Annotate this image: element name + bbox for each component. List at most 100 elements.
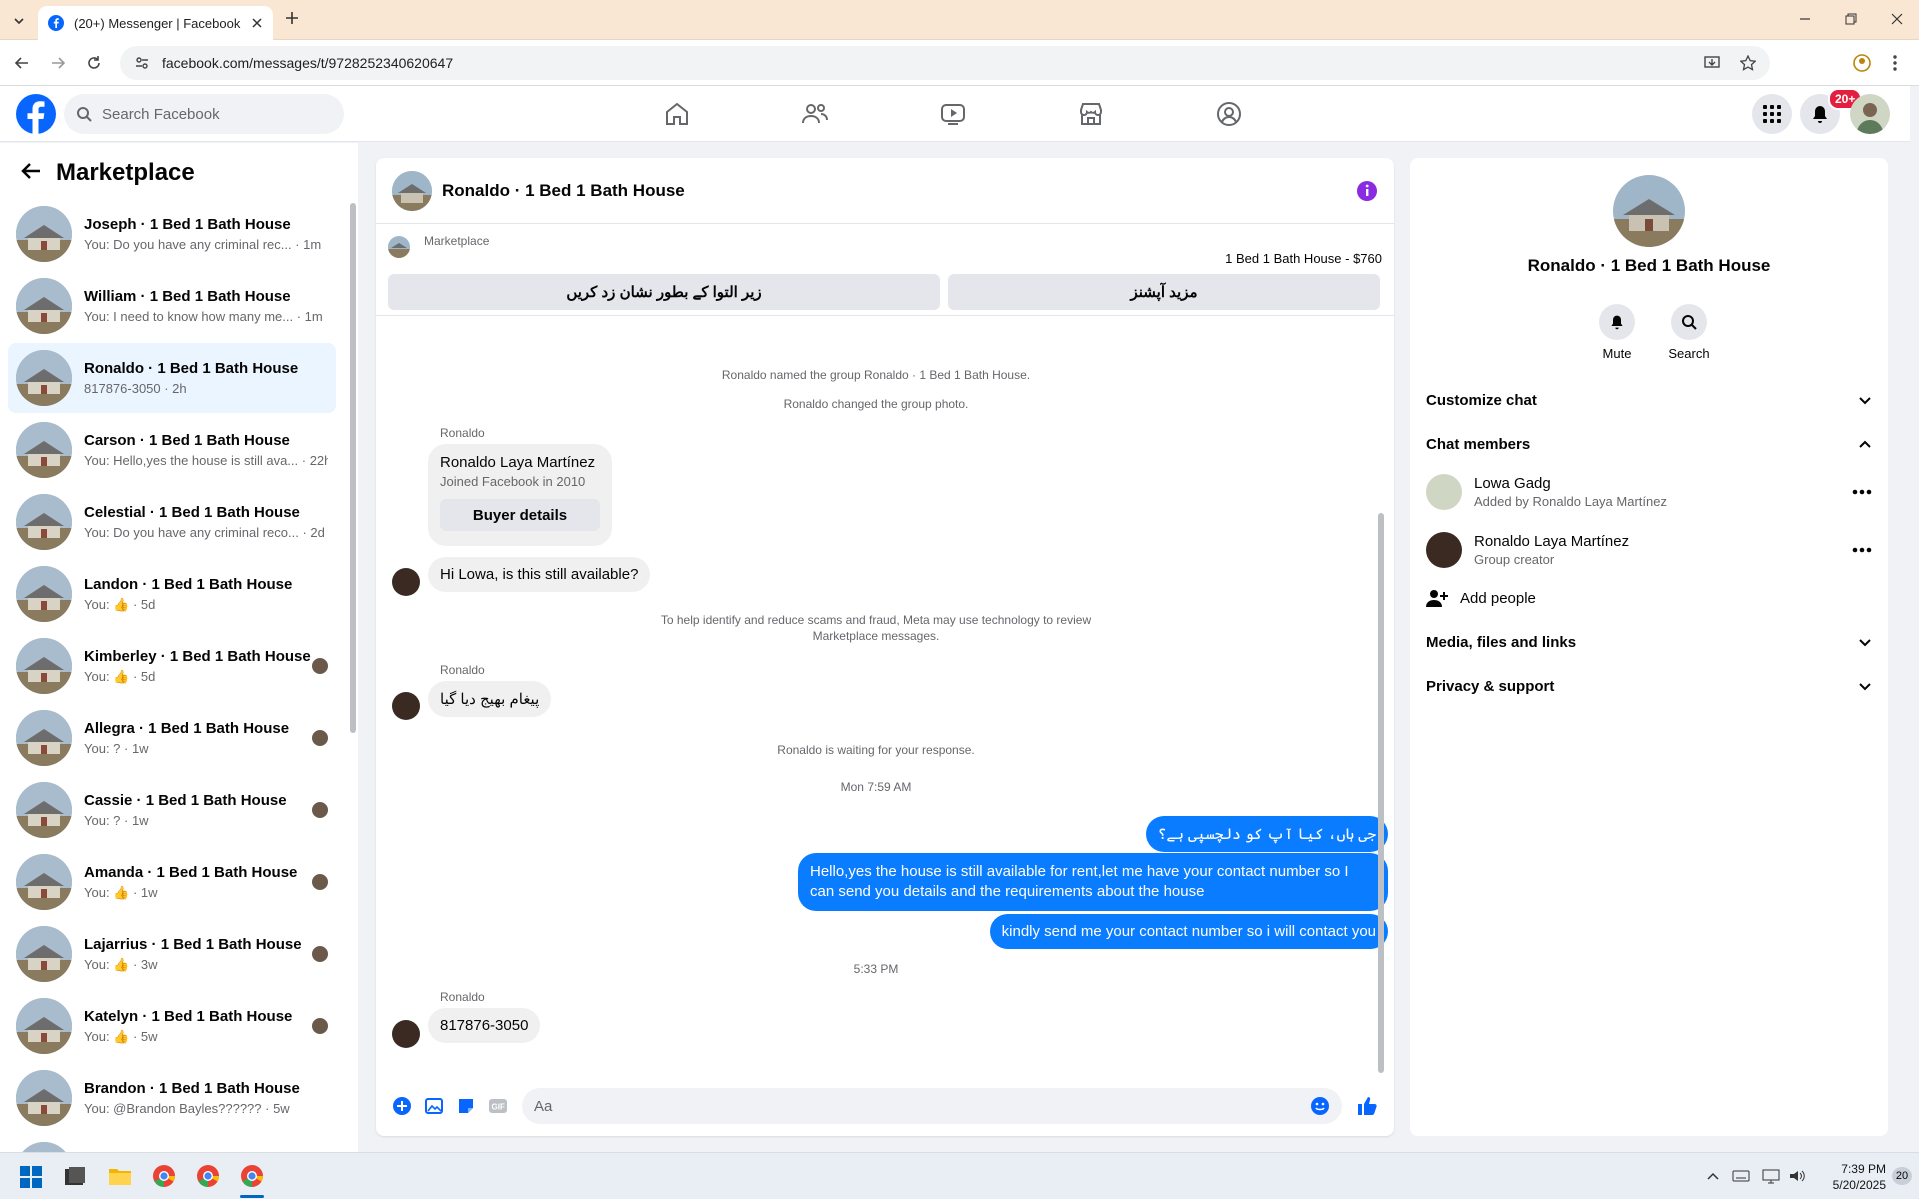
install-app-icon[interactable] bbox=[1704, 55, 1720, 71]
conversation-item[interactable]: Celestial · 1 Bed 1 Bath House You: Do yo… bbox=[8, 487, 336, 557]
facebook-logo-icon[interactable] bbox=[16, 94, 56, 134]
conversation-item[interactable]: Ronaldo · 1 Bed 1 Bath House 817876-3050 … bbox=[8, 343, 336, 413]
conversation-item[interactable]: Landon · 1 Bed 1 Bath House You: 👍 · 5d bbox=[8, 559, 336, 629]
like-icon[interactable] bbox=[1356, 1095, 1378, 1117]
file-explorer-icon[interactable] bbox=[108, 1165, 132, 1187]
gif-icon[interactable]: GIF bbox=[488, 1096, 508, 1116]
account-avatar[interactable] bbox=[1850, 94, 1890, 134]
profile-icon[interactable] bbox=[1852, 53, 1872, 73]
add-people-row[interactable]: Add people bbox=[1426, 578, 1872, 618]
minimize-icon[interactable] bbox=[1798, 12, 1812, 26]
chrome-icon[interactable] bbox=[196, 1164, 220, 1188]
group-photo[interactable] bbox=[1613, 175, 1685, 247]
outgoing-message[interactable]: Hello,yes the house is still available f… bbox=[798, 853, 1388, 911]
chevron-up-icon[interactable] bbox=[1706, 1169, 1720, 1183]
member-name: Ronaldo Laya Martínez bbox=[1474, 533, 1630, 550]
nav-groups[interactable] bbox=[1174, 94, 1284, 134]
restore-icon[interactable] bbox=[1844, 12, 1858, 26]
chrome-icon[interactable] bbox=[240, 1164, 264, 1188]
read-receipt-avatar bbox=[312, 946, 328, 962]
notification-count-badge[interactable]: 20 bbox=[1892, 1167, 1912, 1185]
privacy-support-row[interactable]: Privacy & support bbox=[1426, 666, 1872, 706]
message-input[interactable]: Aa bbox=[522, 1088, 1342, 1124]
conversation-item[interactable]: Kimberley · 1 Bed 1 Bath House You: 👍 · 5… bbox=[8, 631, 336, 701]
site-info-icon[interactable] bbox=[134, 55, 150, 71]
reload-icon[interactable] bbox=[86, 55, 102, 71]
photo-icon[interactable] bbox=[424, 1096, 444, 1116]
nav-video[interactable] bbox=[898, 94, 1008, 134]
more-options-icon[interactable] bbox=[1852, 489, 1872, 495]
emoji-icon[interactable] bbox=[1310, 1096, 1330, 1116]
conversation-item[interactable]: Cassie · 1 Bed 1 Bath House You: ? · 1w bbox=[8, 775, 336, 845]
scam-notice: To help identify and reduce scams and fr… bbox=[660, 613, 1092, 643]
conversation-item[interactable]: Brandon · 1 Bed 1 Bath House You: @Brando… bbox=[8, 1063, 336, 1133]
browser-menu-icon[interactable] bbox=[1892, 53, 1898, 73]
member-row[interactable]: Lowa Gadg Added by Ronaldo Laya Martínez bbox=[1426, 467, 1872, 517]
volume-icon[interactable] bbox=[1788, 1168, 1806, 1184]
network-icon[interactable] bbox=[1762, 1168, 1780, 1184]
bookmark-star-icon[interactable] bbox=[1740, 55, 1756, 71]
mute-button[interactable]: Mute bbox=[1592, 304, 1642, 361]
windows-start-icon[interactable] bbox=[20, 1166, 42, 1188]
forward-icon[interactable] bbox=[50, 55, 66, 71]
info-icon[interactable] bbox=[1356, 180, 1378, 202]
back-arrow-icon[interactable] bbox=[20, 161, 42, 181]
menu-grid-button[interactable] bbox=[1752, 94, 1792, 134]
panel-title: Marketplace bbox=[56, 159, 195, 186]
bell-icon bbox=[1599, 304, 1635, 340]
mark-pending-button[interactable]: زیر التوا کے بطور نشان زد کریں bbox=[388, 274, 940, 310]
conversation-item[interactable]: Amanda · 1 Bed 1 Bath House You: 👍 · 1w bbox=[8, 847, 336, 917]
conversation-item[interactable]: William · 1 Bed 1 Bath House You: I need … bbox=[8, 271, 336, 341]
conversation-scrollbar[interactable] bbox=[350, 203, 356, 733]
terminal-icon[interactable] bbox=[64, 1166, 86, 1188]
search-button[interactable]: Search bbox=[1664, 304, 1714, 361]
address-bar[interactable]: facebook.com/messages/t/9728252340620647 bbox=[120, 46, 1770, 80]
sender-avatar[interactable] bbox=[392, 692, 420, 720]
member-row[interactable]: Ronaldo Laya Martínez Group creator bbox=[1426, 525, 1872, 575]
more-options-icon[interactable] bbox=[1852, 547, 1872, 553]
listing-title-price[interactable]: 1 Bed 1 Bath House - $760 bbox=[1225, 251, 1382, 266]
conversation-item[interactable]: Allegra · 1 Bed 1 Bath House You: ? · 1w bbox=[8, 703, 336, 773]
sender-avatar[interactable] bbox=[392, 1020, 420, 1048]
keyboard-icon[interactable] bbox=[1732, 1168, 1750, 1184]
conversation-name: Joseph · 1 Bed 1 Bath House bbox=[84, 216, 291, 233]
tab-search-icon[interactable] bbox=[8, 10, 30, 32]
incoming-message[interactable]: پیغام بھیج دیا گیا bbox=[428, 681, 552, 717]
conversation-name: William · 1 Bed 1 Bath House bbox=[84, 288, 291, 305]
nav-marketplace[interactable] bbox=[1036, 94, 1146, 134]
thread-scrollbar[interactable] bbox=[1378, 513, 1384, 1073]
outgoing-message[interactable]: kindly send me your contact number so i … bbox=[989, 914, 1388, 949]
taskbar-clock[interactable]: 7:39 PM 5/20/2025 bbox=[1816, 1161, 1886, 1193]
conversation-item[interactable]: Joseph · 1 Bed 1 Bath House You: Do you h… bbox=[8, 199, 336, 269]
browser-tab[interactable]: (20+) Messenger | Facebook bbox=[38, 6, 273, 40]
new-tab-icon[interactable] bbox=[284, 10, 300, 26]
sender-avatar[interactable] bbox=[392, 568, 420, 596]
nav-friends[interactable] bbox=[760, 94, 870, 134]
sticker-icon[interactable] bbox=[456, 1096, 476, 1116]
customize-chat-row[interactable]: Customize chat bbox=[1426, 380, 1872, 420]
plus-icon[interactable] bbox=[392, 1096, 412, 1116]
incoming-message[interactable]: 817876-3050 bbox=[428, 1008, 541, 1043]
chat-title[interactable]: Ronaldo · 1 Bed 1 Bath House bbox=[442, 181, 685, 201]
chat-avatar[interactable] bbox=[392, 170, 432, 211]
conversation-item[interactable]: Lajarrius · 1 Bed 1 Bath House You: 👍 · 3… bbox=[8, 919, 336, 989]
search-facebook-input[interactable]: Search Facebook bbox=[64, 94, 344, 134]
tab-close-icon[interactable] bbox=[251, 17, 263, 29]
nav-home[interactable] bbox=[622, 94, 732, 134]
buyer-details-button[interactable]: Buyer details bbox=[440, 499, 600, 531]
conversation-preview: You: 👍 · 3w bbox=[84, 956, 158, 972]
outgoing-message[interactable]: جی ہاں، کیا آپ کو دلچسپی ہے؟ bbox=[1145, 816, 1388, 852]
chevron-down-icon bbox=[1858, 635, 1872, 649]
more-options-button[interactable]: مزید آپشنز bbox=[948, 274, 1380, 310]
marketplace-icon bbox=[1078, 101, 1104, 127]
back-icon[interactable] bbox=[14, 55, 30, 71]
clock-date: 5/20/2025 bbox=[1832, 1178, 1886, 1192]
conversation-item[interactable]: Carson · 1 Bed 1 Bath House You: Hello,ye… bbox=[8, 415, 336, 485]
window-close-icon[interactable] bbox=[1890, 12, 1904, 26]
conversation-thumbnail bbox=[16, 278, 72, 334]
chrome-icon[interactable] bbox=[152, 1164, 176, 1188]
chat-members-row[interactable]: Chat members bbox=[1426, 424, 1872, 464]
media-files-row[interactable]: Media, files and links bbox=[1426, 622, 1872, 662]
conversation-item[interactable]: Katelyn · 1 Bed 1 Bath House You: 👍 · 5w bbox=[8, 991, 336, 1061]
incoming-message[interactable]: Hi Lowa, is this still available? bbox=[428, 557, 651, 592]
